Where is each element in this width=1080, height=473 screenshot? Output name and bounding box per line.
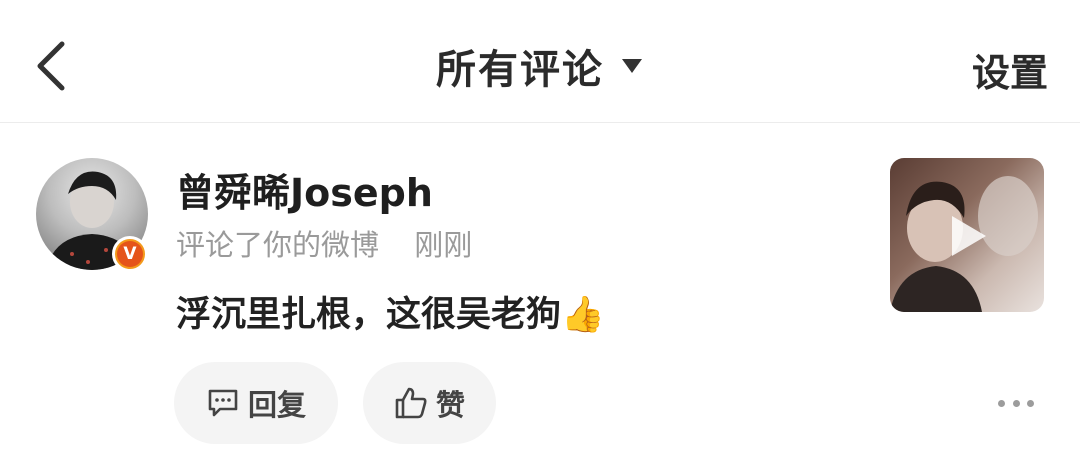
username-link[interactable]: 曾舜晞Joseph: [176, 162, 433, 217]
comment-text: 浮沉里扎根，这很吴老狗👍: [176, 295, 605, 335]
settings-button[interactable]: 设置: [972, 42, 1048, 97]
action-text: 评论了你的微博: [176, 228, 380, 262]
reply-label: 回复: [247, 388, 306, 422]
like-button[interactable]: 赞: [363, 362, 496, 444]
comment-filter-dropdown[interactable]: 所有评论: [0, 38, 1080, 94]
comment-bubble-icon: [208, 389, 238, 417]
page-title: 所有评论: [436, 47, 604, 93]
more-options-icon[interactable]: [998, 392, 1034, 414]
weibo-video-thumbnail[interactable]: [890, 158, 1044, 312]
like-label: 赞: [435, 388, 465, 422]
comment-meta: 评论了你的微博 刚刚: [176, 222, 472, 264]
top-nav-bar: 所有评论 设置: [0, 0, 1080, 123]
thumbs-up-icon: [395, 387, 427, 419]
verified-badge: V: [112, 236, 148, 272]
reply-button[interactable]: 回复: [174, 362, 338, 444]
play-icon: [952, 216, 986, 256]
caret-down-icon: [622, 59, 642, 73]
timestamp: 刚刚: [414, 228, 473, 262]
